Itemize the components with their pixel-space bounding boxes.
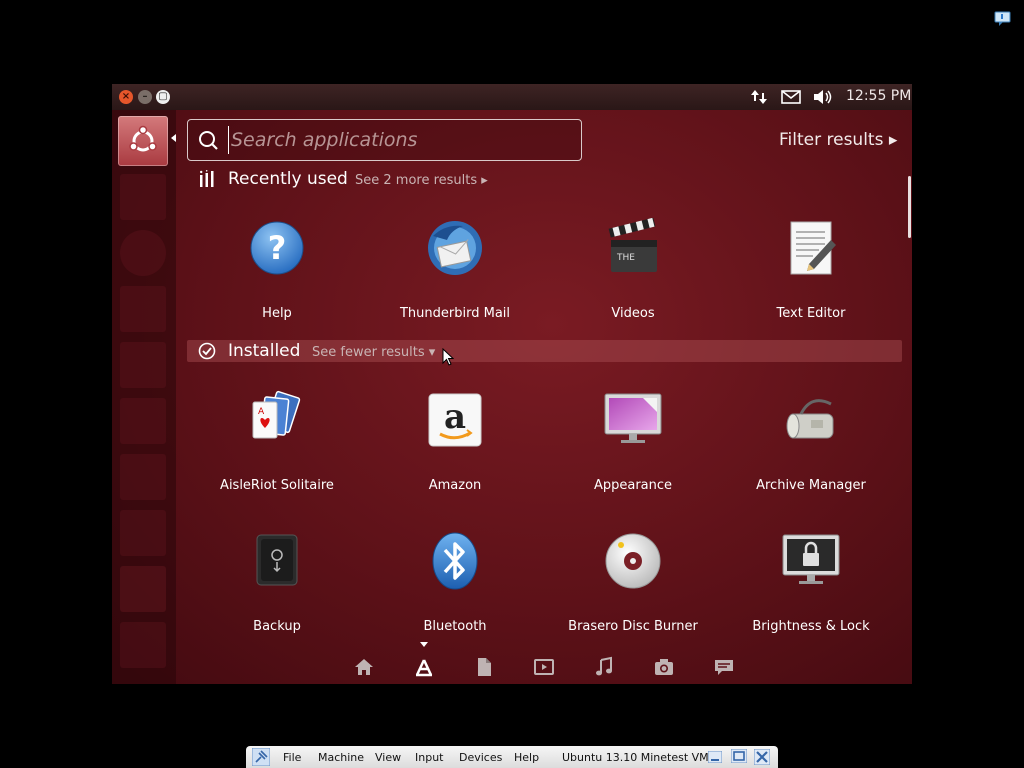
window-close-icon[interactable]: ×	[119, 90, 133, 104]
close-vm-icon[interactable]	[754, 749, 770, 765]
app-label: Text Editor	[776, 306, 846, 321]
see-fewer-results-link[interactable]: See fewer results ▾	[312, 345, 435, 360]
app-label: Thunderbird Mail	[399, 306, 511, 321]
vm-name-label: Ubuntu 13.10 Minetest VM	[562, 751, 709, 764]
bluetooth-icon	[432, 532, 478, 590]
app-tile-archive-manager[interactable]: Archive Manager	[723, 390, 899, 510]
launcher-writer[interactable]	[120, 286, 166, 332]
thunderbird-icon	[428, 221, 482, 275]
disc-burner-icon	[605, 533, 661, 589]
virtualbox-menu-bar: File Machine View Input Devices Help Ubu…	[246, 746, 778, 768]
photo-lens-icon[interactable]	[653, 656, 675, 678]
vbox-menu-file[interactable]: File	[283, 751, 301, 764]
app-tile-brightness-lock[interactable]: Brightness & Lock	[723, 531, 899, 651]
checkmark-circle-icon	[198, 342, 216, 360]
launcher-trash[interactable]	[120, 622, 166, 668]
app-tile-videos[interactable]: THE Videos	[545, 218, 721, 338]
social-lens-icon[interactable]	[713, 656, 735, 678]
scrollbar[interactable]	[908, 176, 911, 238]
network-icon[interactable]	[750, 89, 768, 105]
minimize-icon[interactable]	[708, 751, 722, 763]
ubuntu-logo-icon	[129, 125, 157, 152]
vbox-menu-view[interactable]: View	[375, 751, 401, 764]
app-tile-brasero[interactable]: Brasero Disc Burner	[545, 531, 721, 651]
applications-lens-icon[interactable]	[413, 656, 435, 678]
svg-text:A: A	[258, 407, 265, 417]
app-label: Videos	[611, 306, 655, 321]
launcher	[112, 110, 176, 684]
app-tile-backup[interactable]: Backup	[189, 531, 365, 651]
app-label: Brightness & Lock	[752, 619, 870, 634]
top-panel: × – ▢ 12:55 PM	[112, 84, 912, 110]
brightness-lock-icon	[782, 534, 840, 584]
app-tile-text-editor[interactable]: Text Editor	[723, 218, 899, 338]
app-tile-aisleriot[interactable]: A AisleRiot Solitaire	[189, 390, 365, 510]
restore-window-icon[interactable]	[731, 749, 747, 763]
search-box[interactable]	[187, 119, 582, 161]
window-maximize-icon[interactable]: ▢	[156, 90, 170, 104]
pin-icon[interactable]	[252, 748, 270, 766]
app-label: Appearance	[593, 478, 673, 493]
monitor-appearance-icon	[604, 393, 662, 443]
category-title-installed: Installed	[228, 341, 301, 361]
launcher-amazon[interactable]	[120, 566, 166, 612]
video-lens-icon[interactable]	[533, 656, 555, 678]
launcher-system-settings[interactable]	[120, 510, 166, 556]
svg-text:?: ?	[268, 229, 287, 267]
music-lens-icon[interactable]	[593, 656, 615, 678]
clock[interactable]: 12:55 PM	[846, 88, 911, 104]
svg-text:a: a	[444, 397, 466, 437]
filter-results-button[interactable]: Filter results ▸	[779, 130, 897, 150]
app-label: Archive Manager	[756, 478, 866, 493]
launcher-firefox[interactable]	[120, 230, 166, 276]
active-lens-indicator-icon	[420, 642, 428, 647]
home-lens-icon[interactable]	[353, 656, 375, 678]
see-more-results-link[interactable]: See 2 more results ▸	[355, 173, 488, 188]
chat-notification-icon[interactable]	[994, 10, 1012, 28]
app-tile-amazon[interactable]: a Amazon	[367, 390, 543, 510]
playing-cards-icon: A	[252, 390, 301, 439]
recent-icon	[200, 170, 214, 187]
window-minimize-icon[interactable]: –	[138, 90, 152, 104]
app-label: Amazon	[428, 478, 482, 493]
volume-icon[interactable]	[813, 89, 833, 105]
launcher-impress[interactable]	[120, 398, 166, 444]
app-tile-thunderbird[interactable]: Thunderbird Mail	[367, 218, 543, 338]
vbox-menu-input[interactable]: Input	[415, 751, 443, 764]
mouse-cursor-icon	[442, 348, 454, 366]
svg-text:THE: THE	[616, 253, 635, 263]
app-tile-bluetooth[interactable]: Bluetooth	[367, 531, 543, 651]
app-label: Brasero Disc Burner	[568, 619, 698, 634]
app-label: Backup	[253, 619, 301, 634]
amazon-icon: a	[428, 393, 482, 447]
launcher-software-center[interactable]	[120, 454, 166, 500]
backup-safe-icon	[256, 534, 298, 586]
vbox-menu-devices[interactable]: Devices	[459, 751, 502, 764]
app-label: AisleRiot Solitaire	[220, 478, 334, 493]
category-title-recent: Recently used	[228, 169, 348, 189]
files-lens-icon[interactable]	[473, 656, 495, 678]
mail-icon[interactable]	[781, 89, 801, 105]
launcher-calc[interactable]	[120, 342, 166, 388]
launcher-files[interactable]	[120, 174, 166, 220]
search-input[interactable]	[228, 126, 573, 154]
guest-screen: × – ▢ 12:55 PM Search applications Filte…	[112, 84, 912, 684]
app-label: Help	[262, 306, 292, 321]
text-editor-icon	[790, 221, 836, 275]
archive-manager-icon	[786, 399, 834, 439]
search-icon	[199, 131, 218, 150]
help-icon: ?	[250, 221, 304, 275]
app-label: Bluetooth	[423, 619, 487, 634]
active-arrow-icon	[171, 134, 176, 142]
clapperboard-icon: THE	[608, 218, 657, 272]
dash-home-button[interactable]	[118, 116, 168, 166]
app-tile-appearance[interactable]: Appearance	[545, 390, 721, 510]
vbox-menu-help[interactable]: Help	[514, 751, 539, 764]
app-tile-help[interactable]: ? Help	[189, 218, 365, 338]
vbox-menu-machine[interactable]: Machine	[318, 751, 364, 764]
